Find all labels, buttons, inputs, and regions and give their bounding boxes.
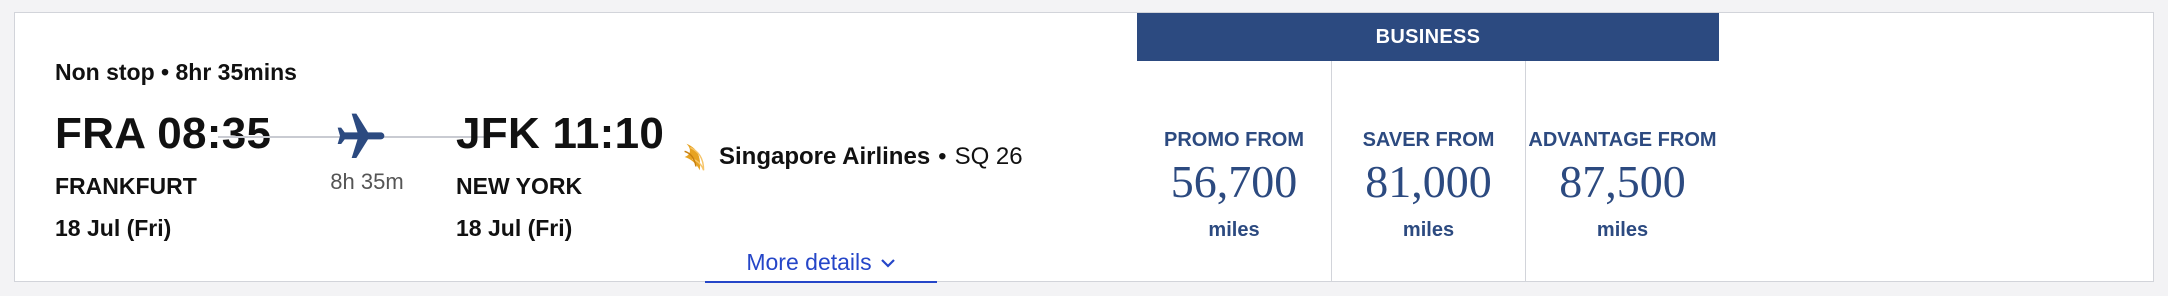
- fare-unit: miles: [1402, 219, 1455, 241]
- fare-label: SAVER FROM: [1362, 129, 1495, 151]
- departure-date: 18 Jul (Fri): [55, 215, 172, 241]
- arrival-city: NEW YORK: [456, 173, 583, 199]
- departure-city: FRANKFURT: [55, 173, 197, 199]
- flight-result-card: Non stop • 8hr 35mins FRA 08:35 FRANKFUR…: [14, 12, 2154, 283]
- arrival-date: 18 Jul (Fri): [456, 215, 573, 241]
- fare-label: ADVANTAGE FROM: [1528, 129, 1717, 151]
- fare-option-advantage[interactable]: ADVANTAGE FROM 87,500 miles: [1525, 61, 1719, 281]
- fare-unit: miles: [1208, 219, 1260, 241]
- fare-amount: 87,500: [1559, 156, 1686, 207]
- airline-separator: •: [938, 143, 947, 170]
- departure-code-time: FRA 08:35: [55, 109, 272, 158]
- flight-duration: 8h 35m: [330, 169, 404, 194]
- fare-label: PROMO FROM: [1164, 129, 1304, 151]
- flight-number: SQ 26: [954, 143, 1023, 170]
- fare-option-promo[interactable]: PROMO FROM 56,700 miles: [1137, 61, 1331, 281]
- airline-name: Singapore Airlines: [719, 143, 931, 170]
- singapore-airlines-logo: [684, 143, 705, 171]
- fare-amount: 81,000: [1365, 156, 1492, 207]
- more-details-link[interactable]: More details: [705, 249, 937, 283]
- stop-summary: Non stop • 8hr 35mins: [55, 59, 297, 85]
- arrival-code-time: JFK 11:10: [456, 109, 665, 158]
- cabin-class-header: BUSINESS: [1137, 13, 1719, 61]
- airplane-icon: [337, 113, 385, 158]
- more-details-label: More details: [746, 249, 872, 275]
- fare-unit: miles: [1596, 219, 1649, 241]
- chevron-down-icon: [880, 259, 895, 268]
- airline-info: Singapore Airlines • SQ 26: [677, 138, 1023, 176]
- fare-option-saver[interactable]: SAVER FROM 81,000 miles: [1331, 61, 1525, 281]
- fare-amount: 56,700: [1170, 156, 1298, 207]
